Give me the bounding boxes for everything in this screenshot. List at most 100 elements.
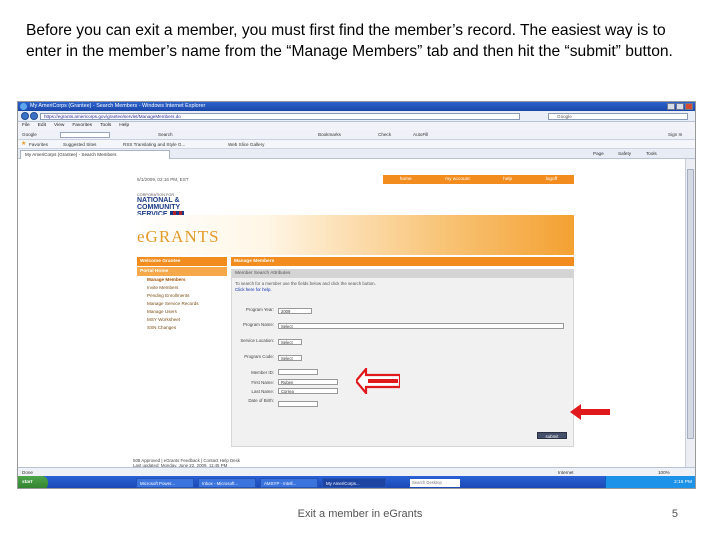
date-of-birth-label: Date of Birth: <box>248 398 274 403</box>
menu-view[interactable]: View <box>54 122 64 130</box>
sidebar-welcome: Welcome Grantee <box>137 257 227 266</box>
windows-taskbar: start Microsoft Power... Inbox - Microso… <box>18 476 695 488</box>
last-name-input[interactable]: Correa <box>278 388 338 394</box>
favorites-item-rss[interactable]: RSS Translating and Style G... <box>123 140 185 149</box>
slide-page-number: 5 <box>671 508 678 520</box>
browser-screenshot: My AmeriCorps (Grantee) - Search Members… <box>17 101 696 489</box>
forward-icon[interactable] <box>30 112 38 120</box>
task-amsyp[interactable]: AMSYP - Intell... <box>260 478 318 488</box>
task-powerpoint[interactable]: Microsoft Power... <box>136 478 194 488</box>
page-content: 6/1/2009, 02:16 PM, EST home my account … <box>18 159 686 469</box>
nav-logoff[interactable]: logoff <box>546 177 558 182</box>
toolbar-search[interactable]: Search <box>158 130 173 140</box>
command-page[interactable]: Page <box>593 149 604 159</box>
menu-help[interactable]: Help <box>119 122 129 130</box>
submit-button[interactable]: submit <box>537 432 567 439</box>
program-code-label: Program Code: <box>244 354 274 359</box>
instructions-text: Before you can exit a member, you must f… <box>26 22 673 60</box>
task-inbox[interactable]: Inbox - Microsoft... <box>198 478 256 488</box>
field-row-member-id: Member ID: <box>232 369 575 379</box>
field-row-last-name: Last Name: Correa <box>232 388 575 398</box>
member-id-input[interactable] <box>278 369 318 375</box>
field-row-program-year: Program Year: 2009 <box>232 307 575 317</box>
toolbar-autofill[interactable]: AutoFill <box>413 130 428 140</box>
task-my-americorps[interactable]: My AmeriCorps... <box>322 478 386 488</box>
sidebar-item-msy-worksheet[interactable]: MSY Worksheet <box>137 316 227 324</box>
favorites-item-suggested[interactable]: Suggested Sites <box>63 140 96 149</box>
program-year-select[interactable]: 2009 <box>278 308 312 314</box>
window-title: My AmeriCorps (Grantee) - Search Members… <box>30 103 206 109</box>
command-safety[interactable]: Safety <box>618 149 631 159</box>
sidebar-item-manage-users[interactable]: Manage Users <box>137 308 227 316</box>
ie-icon <box>20 103 27 110</box>
field-row-program-name: Program Name: Select <box>232 322 575 332</box>
egrants-banner: eGRANTS <box>133 215 574 255</box>
toolbar-sign-in[interactable]: Sign In <box>668 130 682 140</box>
favorites-bar: ★ Favorites Suggested Sites RSS Translat… <box>18 140 695 149</box>
first-name-label: First Name: <box>251 380 274 385</box>
favorites-item-webslice[interactable]: Web Slice Gallery <box>228 140 264 149</box>
back-icon[interactable] <box>21 112 29 120</box>
sidebar: Welcome Grantee Portal Home Manage Membe… <box>137 257 227 457</box>
cncs-logo: CORPORATION FOR NATIONAL & COMMUNITY SER… <box>137 193 197 218</box>
menu-file[interactable]: File <box>22 122 30 130</box>
sidebar-item-ssn-changes[interactable]: SSN Changes <box>137 324 227 332</box>
toolbar-check[interactable]: Check <box>378 130 391 140</box>
arrow-left-icon <box>570 404 610 420</box>
nav-my-account[interactable]: my account <box>445 177 470 182</box>
last-name-label: Last Name: <box>251 389 274 394</box>
maximize-icon[interactable] <box>676 103 684 110</box>
start-button[interactable]: start <box>18 476 48 488</box>
google-icon[interactable]: Google <box>22 130 37 140</box>
menu-edit[interactable]: Edit <box>38 122 46 130</box>
nav-help[interactable]: help <box>503 177 512 182</box>
tab-bar: My AmeriCorps (Grantee) - Search Members… <box>18 149 695 159</box>
system-tray: 2:16 PM <box>605 476 695 488</box>
google-toolbar: Google Search Bookmarks Check AutoFill S… <box>18 130 695 140</box>
clock: 2:16 PM <box>674 480 692 485</box>
main-panel: Manage Members Member Search Attributes … <box>231 257 574 457</box>
field-row-program-code: Program Code: Select <box>232 354 575 364</box>
service-location-label: Service Location: <box>240 338 274 343</box>
browser-titlebar: My AmeriCorps (Grantee) - Search Members… <box>18 102 695 111</box>
service-location-select[interactable]: Select <box>278 339 302 345</box>
date-of-birth-input[interactable] <box>278 401 318 407</box>
nav-home[interactable]: home <box>400 177 412 182</box>
sidebar-item-pending-enrollments[interactable]: Pending Enrollments <box>137 292 227 300</box>
first-name-input[interactable]: Ruben <box>278 379 338 385</box>
status-bar: Done Internet 100% <box>18 467 695 476</box>
menu-favorites[interactable]: Favorites <box>72 122 92 130</box>
command-tools[interactable]: Tools <box>646 149 657 159</box>
scrollbar-thumb[interactable] <box>687 169 694 439</box>
desktop-search-input[interactable]: Search Desktop <box>410 479 460 487</box>
favorites-star-icon[interactable]: ★ <box>21 140 26 149</box>
program-name-select[interactable]: Select <box>278 323 564 329</box>
menu-tools[interactable]: Tools <box>100 122 111 130</box>
egrants-page: 6/1/2009, 02:16 PM, EST home my account … <box>133 175 574 469</box>
tab-search-members[interactable]: My AmeriCorps (Grantee) - Search Members <box>20 150 170 159</box>
url-input[interactable]: https://egrants.americorps.gov/grantee/s… <box>40 113 520 120</box>
program-name-label: Program Name: <box>243 322 274 327</box>
browser-search-input[interactable]: Google <box>548 113 688 120</box>
address-bar: https://egrants.americorps.gov/grantee/s… <box>18 111 695 122</box>
sidebar-portal-home[interactable]: Portal Home <box>137 267 227 276</box>
search-panel: Member Search Attributes To search for a… <box>231 269 574 447</box>
search-instructions: To search for a member use the fields be… <box>235 281 376 286</box>
minimize-icon[interactable] <box>667 103 675 110</box>
egrants-brand: eGRANTS <box>137 227 220 246</box>
page-scrollbar[interactable] <box>685 159 695 467</box>
close-icon[interactable] <box>685 103 693 110</box>
google-search-input[interactable] <box>60 132 110 138</box>
favorites-label[interactable]: Favorites <box>29 140 48 149</box>
logo-line-2: COMMUNITY <box>137 204 181 211</box>
page-datetime: 6/1/2009, 02:16 PM, EST <box>137 177 189 182</box>
help-link[interactable]: Click here for help. <box>232 287 573 292</box>
field-row-date-of-birth: Date of Birth: <box>232 398 575 408</box>
program-year-label: Program Year: <box>245 307 274 312</box>
program-code-select[interactable]: Select <box>278 355 302 361</box>
sidebar-item-invite-members[interactable]: Invite Members <box>137 284 227 292</box>
sidebar-item-manage-service-records[interactable]: Manage Service Records <box>137 300 227 308</box>
sidebar-item-manage-members[interactable]: Manage Members <box>137 276 227 284</box>
slide-footer-text: Exit a member in eGrants <box>297 508 423 520</box>
toolbar-bookmarks[interactable]: Bookmarks <box>318 130 341 140</box>
